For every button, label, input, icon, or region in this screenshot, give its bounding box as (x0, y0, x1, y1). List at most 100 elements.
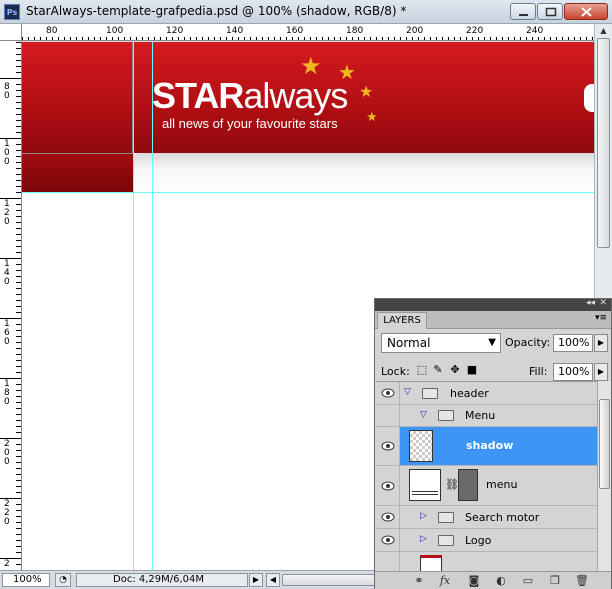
visibility-toggle[interactable] (376, 552, 400, 571)
scrollbar-thumb[interactable] (597, 38, 610, 248)
layer-row-menu[interactable]: ⛓ menu (376, 466, 597, 506)
status-menu-arrow[interactable]: ▶ (249, 573, 263, 587)
lock-all-icon[interactable]: ■ (465, 363, 479, 377)
eye-icon (381, 535, 395, 545)
layer-thumbnail (409, 430, 433, 462)
expand-triangle-icon[interactable]: ▽ (420, 410, 427, 420)
lock-position-icon[interactable]: ✥ (448, 363, 462, 377)
opacity-label: Opacity: (505, 336, 551, 349)
lock-transparency-icon[interactable]: ⬚ (415, 363, 429, 377)
zoom-level-field[interactable]: 100% (2, 573, 50, 587)
fx-icon[interactable]: fx (437, 574, 453, 588)
folder-icon (422, 388, 438, 399)
lock-pixels-icon[interactable]: ✎ (431, 363, 445, 377)
guide-line-vertical[interactable] (133, 42, 134, 570)
photoshop-app-icon: Ps (4, 4, 20, 20)
layer-row-partial[interactable] (376, 552, 597, 571)
vertical-ruler[interactable]: 80 100 120 140 160 180 200 220 2 (0, 24, 22, 570)
link-icon[interactable]: ⚭ (411, 574, 427, 588)
folder-icon (438, 410, 454, 421)
star-icon: ★ (300, 52, 322, 80)
blend-mode-select[interactable]: Normal ▼ (381, 333, 501, 353)
layer-row-logo[interactable]: ▷ Logo (376, 529, 597, 552)
ruler-label: 160 (286, 26, 304, 36)
ruler-ticks-left (0, 24, 21, 565)
close-panel-icon[interactable]: ✕ (599, 298, 607, 308)
title-bar[interactable]: Ps StarAlways-template-grafpedia.psd @ 1… (0, 0, 612, 24)
ruler-label: 160 (4, 319, 10, 347)
close-icon (581, 7, 592, 17)
layer-row-menu-group[interactable]: ▽ Menu (376, 405, 597, 427)
eye-icon (381, 388, 395, 398)
layer-mask-thumbnail[interactable] (458, 469, 478, 501)
layer-name: Logo (465, 534, 492, 547)
visibility-toggle[interactable] (376, 382, 400, 404)
new-layer-icon[interactable]: ❐ (547, 574, 563, 588)
layer-name: shadow (466, 439, 514, 452)
maximize-button[interactable] (537, 3, 563, 20)
expand-triangle-icon[interactable]: ▽ (404, 387, 411, 397)
layer-name: menu (486, 478, 518, 491)
ruler-label: 220 (4, 499, 10, 527)
ruler-origin[interactable] (0, 24, 22, 41)
ruler-label: 80 (46, 26, 58, 36)
ruler-label: 140 (4, 259, 10, 287)
mask-link-icon[interactable]: ⛓ (445, 478, 459, 491)
layer-row-header[interactable]: ▽ header (376, 382, 597, 405)
horizontal-scrollbar-thumb[interactable] (282, 574, 376, 586)
fill-field[interactable]: 100% (553, 363, 593, 381)
visibility-toggle[interactable] (376, 506, 400, 528)
tab-layers[interactable]: LAYERS (377, 312, 427, 329)
star-icon: ★ (366, 110, 378, 125)
ruler-label: 220 (466, 26, 484, 36)
site-logo: STARalways (152, 75, 348, 117)
layer-list: ▽ header ▽ Menu shadow ⛓ menu ▷ Search m… (376, 381, 597, 571)
scroll-left-arrow[interactable]: ◀ (266, 573, 280, 587)
adjustment-icon[interactable]: ◐ (493, 574, 509, 588)
scroll-up-arrow[interactable]: ▲ (595, 24, 612, 38)
guide-line-vertical[interactable] (152, 42, 153, 570)
ruler-label: 200 (4, 439, 10, 467)
layers-scrollbar[interactable] (597, 381, 611, 571)
eye-icon (381, 481, 395, 491)
fill-slider-button[interactable]: ▶ (594, 363, 608, 381)
opacity-slider-button[interactable]: ▶ (594, 334, 608, 352)
panel-menu-icon[interactable]: ▾≡ (595, 313, 607, 323)
visibility-toggle[interactable] (376, 427, 400, 465)
eye-icon (381, 512, 395, 522)
logo-rest-text: always (243, 75, 348, 116)
visibility-toggle[interactable] (376, 405, 400, 426)
star-icon: ★ (359, 82, 374, 101)
close-button[interactable] (564, 3, 608, 20)
minimize-button[interactable] (510, 3, 536, 20)
status-info-icon[interactable]: ◔ (55, 573, 71, 587)
collapsed-triangle-icon[interactable]: ▷ (420, 511, 427, 521)
layer-name: Menu (465, 409, 496, 422)
layer-row-search-motor[interactable]: ▷ Search motor (376, 506, 597, 529)
horizontal-ruler[interactable]: 80 100 120 140 160 180 200 220 240 (22, 24, 594, 41)
restore-icon (545, 7, 557, 17)
thumbnail-content (412, 491, 438, 495)
ruler-label: 180 (4, 379, 10, 407)
photoshop-document-window: Ps StarAlways-template-grafpedia.psd @ 1… (0, 0, 612, 589)
guide-line-horizontal[interactable] (22, 192, 594, 193)
document-size-info[interactable]: Doc: 4,29M/6,04M (76, 573, 248, 587)
panel-header-bar[interactable]: ◂◂ ✕ (375, 298, 611, 311)
layers-scrollbar-thumb[interactable] (599, 399, 610, 489)
collapsed-triangle-icon[interactable]: ▷ (420, 534, 427, 544)
visibility-toggle[interactable] (376, 466, 400, 505)
opacity-field[interactable]: 100% (553, 334, 593, 352)
header-banner-dark-corner (22, 153, 133, 192)
mask-icon[interactable]: ◙ (466, 574, 482, 588)
trash-icon[interactable]: 🗑 (574, 574, 590, 588)
layers-panel: ◂◂ ✕ LAYERS ▾≡ Normal ▼ Opacity: 100% ▶ … (374, 298, 612, 589)
ruler-label: 2 (4, 559, 10, 569)
ruler-label: 200 (406, 26, 424, 36)
visibility-toggle[interactable] (376, 529, 400, 551)
ruler-label: 240 (526, 26, 544, 36)
layer-name: header (450, 387, 489, 400)
folder-icon[interactable]: ▭ (520, 574, 536, 588)
layer-row-shadow[interactable]: shadow (376, 427, 597, 466)
collapse-panel-icon[interactable]: ◂◂ (586, 298, 595, 308)
ruler-label: 120 (166, 26, 184, 36)
